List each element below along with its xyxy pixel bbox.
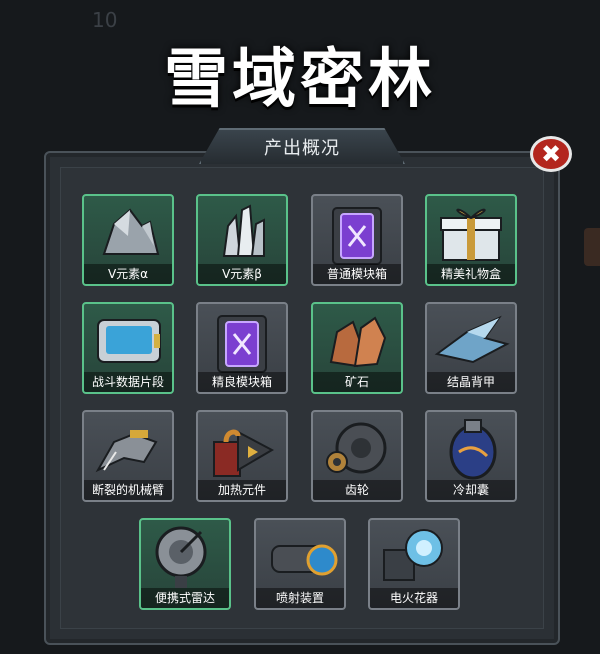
item-label: 精良模块箱 bbox=[198, 372, 286, 392]
item-tile[interactable]: 普通模块箱 bbox=[311, 194, 403, 286]
background-side-button bbox=[584, 228, 600, 266]
gear-icon bbox=[313, 412, 401, 482]
item-label: 加热元件 bbox=[198, 480, 286, 500]
item-tile[interactable]: 便携式雷达 bbox=[139, 518, 231, 610]
item-label: 便携式雷达 bbox=[141, 588, 229, 608]
ore-icon bbox=[313, 304, 401, 374]
item-tile[interactable]: 结晶背甲 bbox=[425, 302, 517, 394]
crystal-armor-icon bbox=[427, 304, 515, 374]
item-tile[interactable]: 精美礼物盒 bbox=[425, 194, 517, 286]
item-label: 矿石 bbox=[313, 372, 401, 392]
item-tile[interactable]: 冷却囊 bbox=[425, 410, 517, 502]
item-tile[interactable]: 矿石 bbox=[311, 302, 403, 394]
item-label: 冷却囊 bbox=[427, 480, 515, 500]
close-icon: ✖ bbox=[540, 140, 562, 168]
item-tile[interactable]: 战斗数据片段 bbox=[82, 302, 174, 394]
item-label: 普通模块箱 bbox=[313, 264, 401, 284]
item-label: 结晶背甲 bbox=[427, 372, 515, 392]
purple-module-box-icon bbox=[198, 304, 286, 374]
gift-box-icon bbox=[427, 196, 515, 266]
item-label: 齿轮 bbox=[313, 480, 401, 500]
item-tile[interactable]: 齿轮 bbox=[311, 410, 403, 502]
broken-mech-arm-icon bbox=[84, 412, 172, 482]
item-tile[interactable]: 精良模块箱 bbox=[196, 302, 288, 394]
item-tile[interactable]: 断裂的机械臂 bbox=[82, 410, 174, 502]
jet-device-icon bbox=[256, 520, 344, 590]
spark-device-icon bbox=[370, 520, 458, 590]
purple-module-box-icon bbox=[313, 196, 401, 266]
panel-header-tab: 产出概况 bbox=[199, 128, 405, 164]
item-tile[interactable]: V元素β bbox=[196, 194, 288, 286]
item-label: 精美礼物盒 bbox=[427, 264, 515, 284]
item-label: 喷射装置 bbox=[256, 588, 344, 608]
heating-element-icon bbox=[198, 412, 286, 482]
data-card-icon bbox=[84, 304, 172, 374]
item-tile[interactable]: 喷射装置 bbox=[254, 518, 346, 610]
item-tile[interactable]: 电火花器 bbox=[368, 518, 460, 610]
item-tile[interactable]: V元素α bbox=[82, 194, 174, 286]
item-label: 电火花器 bbox=[370, 588, 458, 608]
panel-header-label: 产出概况 bbox=[264, 138, 340, 159]
gray-rock-icon bbox=[84, 196, 172, 266]
item-label: 断裂的机械臂 bbox=[84, 480, 172, 500]
map-title: 雪域密林 bbox=[164, 43, 436, 117]
crystal-cluster-icon bbox=[198, 196, 286, 266]
radar-icon bbox=[141, 520, 229, 590]
cooling-capsule-icon bbox=[427, 412, 515, 482]
item-label: V元素β bbox=[198, 264, 286, 284]
close-button[interactable]: ✖ bbox=[530, 136, 572, 172]
item-label: 战斗数据片段 bbox=[84, 372, 172, 392]
item-label: V元素α bbox=[84, 264, 172, 284]
item-tile[interactable]: 加热元件 bbox=[196, 410, 288, 502]
